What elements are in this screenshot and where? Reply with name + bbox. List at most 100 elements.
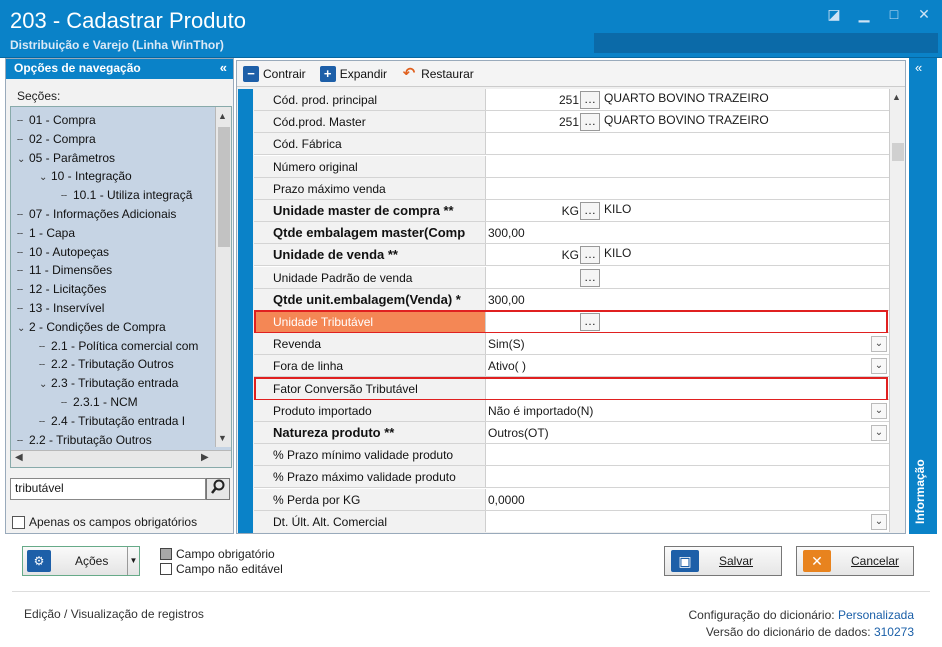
scroll-right-icon[interactable]: ▶ [201, 452, 209, 463]
property-value[interactable] [486, 155, 889, 177]
maximize-icon[interactable]: □ [886, 6, 902, 22]
tree-item[interactable]: ⌄ 2 - Condições de Compra [17, 318, 166, 336]
property-row[interactable]: Revenda Sim(S) ⌄ [254, 333, 889, 356]
information-tab[interactable]: « Informação [909, 58, 937, 534]
property-row[interactable]: Qtde unit.embalagem(Venda) * 300,00 [254, 288, 889, 311]
tree-item[interactable]: ┄ 2.1 - Política comercial com [39, 337, 198, 355]
property-row[interactable]: Cód.prod. Master 251… QUARTO BOVINO TRAZEI… [254, 111, 889, 134]
property-row[interactable]: Unidade Tributável… [254, 311, 889, 333]
lookup-button[interactable]: … [580, 202, 600, 220]
property-value[interactable]: … [486, 311, 889, 332]
expand-toggle-icon[interactable]: ⌄ [39, 169, 51, 187]
property-row[interactable]: % Prazo máximo validade produto [254, 466, 889, 489]
chevron-down-icon[interactable]: ⌄ [871, 425, 887, 441]
scroll-left-icon[interactable]: ◀ [15, 452, 23, 463]
property-value[interactable]: Outros(OT) ⌄ [486, 422, 889, 443]
tree-item[interactable]: ┄ 07 - Informações Adicionais [17, 205, 176, 223]
expand-toggle-icon[interactable]: ⌄ [39, 376, 51, 394]
property-value[interactable]: Ativo( ) ⌄ [486, 355, 889, 377]
property-value[interactable]: KG… KILO [486, 244, 889, 266]
only-required-checkbox[interactable]: Apenas os campos obrigatórios [12, 515, 197, 529]
tree-item[interactable]: ┄ 12 - Licitações [17, 280, 106, 298]
property-value[interactable]: KG… KILO [486, 200, 889, 221]
lookup-button[interactable]: … [580, 91, 600, 109]
search-button[interactable] [206, 478, 230, 500]
property-row[interactable]: Unidade Padrão de venda… [254, 266, 889, 289]
property-row[interactable]: Unidade de venda ** KG… KILO [254, 244, 889, 267]
property-value[interactable]: Sim(S) ⌄ [486, 333, 889, 355]
tree-item[interactable]: ┄ 2.4 - Tributação entrada I [39, 412, 185, 430]
grid-scroll-up-icon[interactable]: ▲ [892, 92, 901, 102]
chevron-down-icon[interactable]: ⌄ [871, 358, 887, 375]
property-value[interactable] [486, 466, 889, 488]
tree-item[interactable]: ┄ 13 - Inservível [17, 299, 104, 317]
tree-item[interactable]: ⌄ 2.3 - Tributação entrada [39, 374, 178, 392]
property-row[interactable]: Produto importado Não é importado(N) ⌄ [254, 399, 889, 422]
tree-item[interactable]: ┄ 01 - Compra [17, 111, 96, 129]
actions-button[interactable]: ⚙ Ações ▼ [22, 546, 140, 576]
restore-button[interactable]: ↶ Restaurar [401, 65, 474, 82]
save-button[interactable]: ▣ Salvar [664, 546, 782, 576]
expand-button[interactable]: + Expandir [319, 65, 387, 82]
tree-item[interactable]: ┄ 2.3.1 - NCM [61, 393, 138, 411]
dropdown-arrow-icon[interactable]: ▼ [127, 547, 139, 575]
collapse-button[interactable]: − Contrair [243, 65, 306, 82]
property-value[interactable]: ⌄ [486, 510, 889, 532]
lookup-button[interactable]: … [580, 246, 600, 265]
lookup-button[interactable]: … [580, 313, 600, 331]
property-value[interactable] [486, 133, 889, 155]
property-value[interactable]: 0,0000 [486, 488, 889, 510]
tree-item[interactable]: ┄ 1 - Capa [17, 224, 75, 242]
tree-item[interactable]: ┄ 10.1 - Utiliza integraçã [61, 186, 192, 204]
lookup-button[interactable]: … [580, 113, 600, 132]
cancel-button[interactable]: ✕ Cancelar [796, 546, 914, 576]
minimize-icon[interactable]: ▁ [856, 6, 872, 22]
expand-toggle-icon[interactable]: ⌄ [17, 320, 29, 338]
tree-item[interactable]: ┄ 10 - Autopeças [17, 243, 109, 261]
property-value[interactable]: … [486, 266, 889, 288]
lookup-button[interactable]: … [580, 268, 600, 287]
scroll-down-icon[interactable]: ▼ [218, 433, 227, 443]
property-row[interactable]: Cód. prod. principal 251… QUARTO BOVINO TR… [254, 89, 889, 111]
property-row[interactable]: Fora de linha Ativo( ) ⌄ [254, 355, 889, 378]
grid-vertical-scrollbar[interactable]: ▲ [889, 89, 905, 532]
property-value[interactable]: 251… QUARTO BOVINO TRAZEIRO [486, 111, 889, 133]
property-row[interactable]: Cód. Fábrica [254, 133, 889, 156]
expand-toggle-icon[interactable]: ⌄ [17, 151, 29, 169]
tree-horizontal-scrollbar[interactable]: ◀ ▶ [11, 450, 231, 467]
grid-scroll-thumb[interactable] [892, 143, 904, 161]
property-value[interactable]: 300,00 [486, 222, 889, 244]
property-row[interactable]: Dt. Últ. Alt. Comercial ⌄ [254, 510, 889, 532]
close-icon[interactable]: ✕ [916, 6, 932, 22]
property-value[interactable]: 300,00 [486, 288, 889, 310]
property-value[interactable]: Não é importado(N) ⌄ [486, 399, 889, 421]
tree-vertical-scrollbar[interactable]: ▲ ▼ [215, 107, 231, 447]
checkbox-box[interactable] [12, 515, 25, 529]
tree-item[interactable]: ┄ 02 - Compra [17, 130, 96, 148]
restore-icon[interactable]: ◪ [826, 6, 842, 22]
property-row[interactable]: Unidade master de compra ** KG… KILO [254, 200, 889, 222]
property-row[interactable]: Número original [254, 155, 889, 178]
property-row[interactable]: Qtde embalagem master(Comp 300,00 [254, 222, 889, 245]
chevron-down-icon[interactable]: ⌄ [871, 336, 887, 353]
collapse-nav-icon[interactable]: « [220, 60, 227, 75]
tree-item[interactable]: ┄ 2.2 - Tributação Outros [39, 355, 174, 373]
property-value[interactable]: 251… QUARTO BOVINO TRAZEIRO [486, 89, 889, 110]
tree-item[interactable]: ⌄ 05 - Parâmetros [17, 149, 115, 167]
section-search-input[interactable]: tributável [10, 478, 206, 500]
property-row[interactable]: % Prazo mínimo validade produto [254, 444, 889, 467]
property-value[interactable] [486, 177, 889, 199]
property-row[interactable]: Prazo máximo venda [254, 177, 889, 200]
property-value[interactable] [486, 377, 889, 399]
scroll-up-icon[interactable]: ▲ [218, 111, 227, 121]
chevron-down-icon[interactable]: ⌄ [871, 402, 887, 419]
tree-item[interactable]: ┄ 11 - Dimensões [17, 261, 112, 279]
property-value[interactable] [486, 444, 889, 466]
tree-scroll-thumb[interactable] [218, 127, 230, 247]
tree-item[interactable]: ⌄ 10 - Integração [39, 167, 132, 185]
property-row[interactable]: Fator Conversão Tributável [254, 377, 889, 400]
collapse-info-icon[interactable]: « [915, 60, 922, 75]
property-row[interactable]: Natureza produto ** Outros(OT) ⌄ [254, 422, 889, 444]
chevron-down-icon[interactable]: ⌄ [871, 513, 887, 530]
property-row[interactable]: % Perda por KG 0,0000 [254, 488, 889, 511]
